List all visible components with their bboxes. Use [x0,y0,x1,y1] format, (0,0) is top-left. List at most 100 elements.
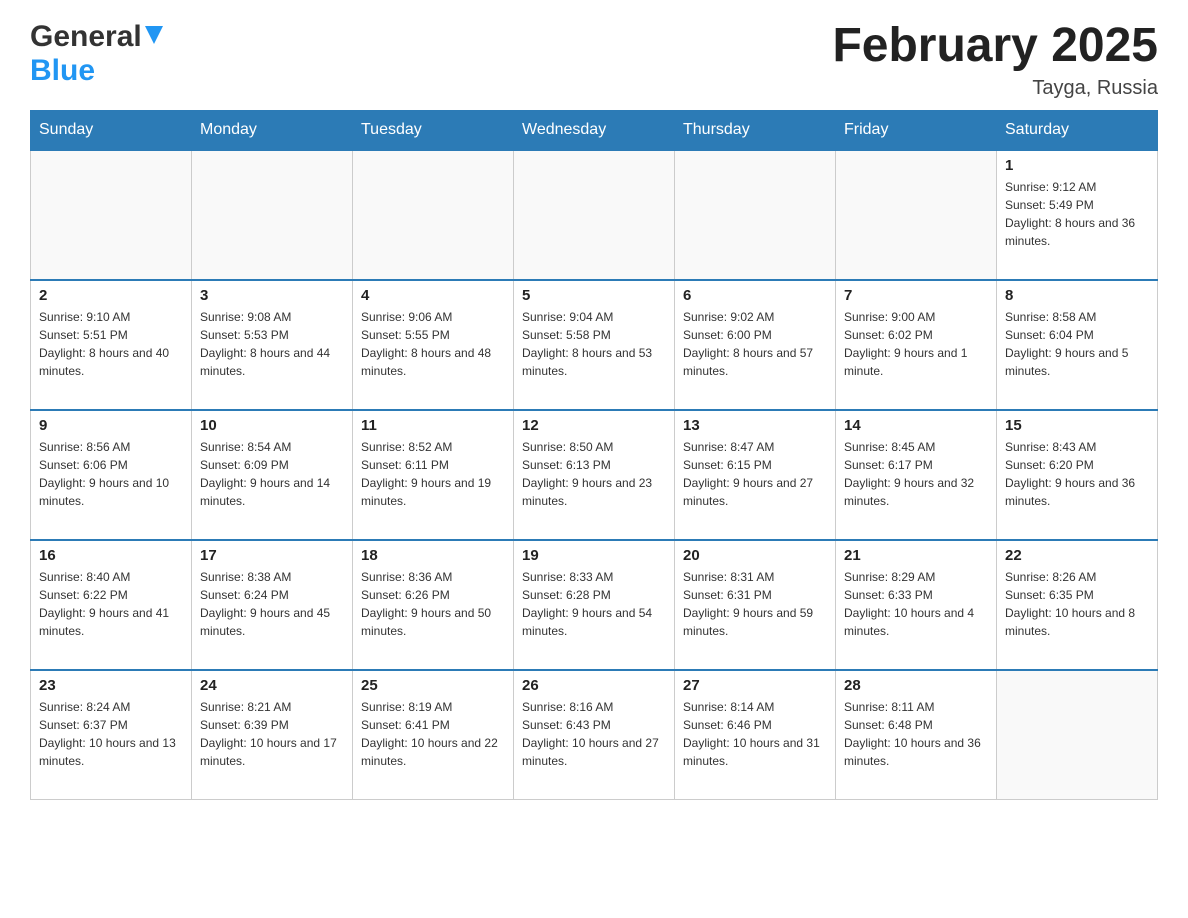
day-info: Sunrise: 8:43 AMSunset: 6:20 PMDaylight:… [1005,438,1149,510]
calendar-header-row: SundayMondayTuesdayWednesdayThursdayFrid… [31,110,1158,150]
day-info: Sunrise: 8:24 AMSunset: 6:37 PMDaylight:… [39,698,183,770]
calendar-cell: 4 Sunrise: 9:06 AMSunset: 5:55 PMDaylight… [353,280,514,410]
day-info: Sunrise: 8:14 AMSunset: 6:46 PMDaylight:… [683,698,827,770]
calendar-cell: 8Sunrise: 8:58 AMSunset: 6:04 PMDaylight… [997,280,1158,410]
title-block: February 2025 Tayga, Russia [832,20,1158,100]
logo-blue: Blue [30,54,95,87]
calendar-cell: 15 Sunrise: 8:43 AMSunset: 6:20 PMDayligh… [997,410,1158,540]
day-info: Sunrise: 8:52 AMSunset: 6:11 PMDaylight:… [361,438,505,510]
calendar-week-row: 2 Sunrise: 9:10 AMSunset: 5:51 PMDaylight… [31,280,1158,410]
day-info: Sunrise: 8:26 AMSunset: 6:35 PMDaylight:… [1005,568,1149,640]
calendar-cell: 19 Sunrise: 8:33 AMSunset: 6:28 PMDayligh… [514,540,675,670]
day-info: Sunrise: 8:58 AMSunset: 6:04 PMDaylight:… [1005,308,1149,380]
calendar-cell: 18 Sunrise: 8:36 AMSunset: 6:26 PMDayligh… [353,540,514,670]
month-title: February 2025 [832,20,1158,73]
day-number: 28 [844,677,988,694]
logo: General Blue [30,20,163,88]
calendar-cell: 13Sunrise: 8:47 AMSunset: 6:15 PMDayligh… [675,410,836,540]
calendar-cell [675,150,836,280]
calendar-cell [353,150,514,280]
calendar-cell: 7 Sunrise: 9:00 AMSunset: 6:02 PMDaylight… [836,280,997,410]
calendar-cell [192,150,353,280]
day-number: 15 [1005,417,1149,434]
day-number: 10 [200,417,344,434]
calendar-cell: 11 Sunrise: 8:52 AMSunset: 6:11 PMDayligh… [353,410,514,540]
calendar-cell: 9 Sunrise: 8:56 AMSunset: 6:06 PMDaylight… [31,410,192,540]
day-number: 16 [39,547,183,564]
calendar-cell: 5 Sunrise: 9:04 AMSunset: 5:58 PMDaylight… [514,280,675,410]
day-number: 22 [1005,547,1149,564]
day-info: Sunrise: 8:31 AMSunset: 6:31 PMDaylight:… [683,568,827,640]
day-number: 24 [200,677,344,694]
day-number: 18 [361,547,505,564]
day-info: Sunrise: 8:40 AMSunset: 6:22 PMDaylight:… [39,568,183,640]
calendar-cell: 27 Sunrise: 8:14 AMSunset: 6:46 PMDayligh… [675,670,836,800]
day-info: Sunrise: 8:56 AMSunset: 6:06 PMDaylight:… [39,438,183,510]
day-info: Sunrise: 9:12 AMSunset: 5:49 PMDaylight:… [1005,178,1149,250]
day-info: Sunrise: 8:50 AMSunset: 6:13 PMDaylight:… [522,438,666,510]
day-info: Sunrise: 8:33 AMSunset: 6:28 PMDaylight:… [522,568,666,640]
day-number: 9 [39,417,183,434]
calendar-cell: 14 Sunrise: 8:45 AMSunset: 6:17 PMDayligh… [836,410,997,540]
day-info: Sunrise: 9:10 AMSunset: 5:51 PMDaylight:… [39,308,183,380]
day-number: 25 [361,677,505,694]
calendar-cell: 6 Sunrise: 9:02 AMSunset: 6:00 PMDaylight… [675,280,836,410]
calendar-cell [31,150,192,280]
day-number: 2 [39,287,183,304]
day-info: Sunrise: 9:06 AMSunset: 5:55 PMDaylight:… [361,308,505,380]
day-info: Sunrise: 8:16 AMSunset: 6:43 PMDaylight:… [522,698,666,770]
day-info: Sunrise: 8:11 AMSunset: 6:48 PMDaylight:… [844,698,988,770]
logo-triangle-icon [145,26,163,49]
calendar-cell: 17Sunrise: 8:38 AMSunset: 6:24 PMDayligh… [192,540,353,670]
day-number: 1 [1005,157,1149,174]
day-number: 21 [844,547,988,564]
calendar-cell: 23 Sunrise: 8:24 AMSunset: 6:37 PMDayligh… [31,670,192,800]
day-info: Sunrise: 9:04 AMSunset: 5:58 PMDaylight:… [522,308,666,380]
calendar-week-row: 16 Sunrise: 8:40 AMSunset: 6:22 PMDayligh… [31,540,1158,670]
calendar-cell: 10 Sunrise: 8:54 AMSunset: 6:09 PMDayligh… [192,410,353,540]
day-number: 4 [361,287,505,304]
day-number: 3 [200,287,344,304]
calendar-header-sunday: Sunday [31,110,192,150]
day-number: 23 [39,677,183,694]
day-number: 14 [844,417,988,434]
calendar-cell: 25 Sunrise: 8:19 AMSunset: 6:41 PMDayligh… [353,670,514,800]
day-number: 20 [683,547,827,564]
calendar-cell [997,670,1158,800]
calendar-week-row: 23 Sunrise: 8:24 AMSunset: 6:37 PMDayligh… [31,670,1158,800]
day-number: 12 [522,417,666,434]
calendar-cell: 22 Sunrise: 8:26 AMSunset: 6:35 PMDayligh… [997,540,1158,670]
calendar-cell: 24 Sunrise: 8:21 AMSunset: 6:39 PMDayligh… [192,670,353,800]
day-info: Sunrise: 8:36 AMSunset: 6:26 PMDaylight:… [361,568,505,640]
day-info: Sunrise: 9:00 AMSunset: 6:02 PMDaylight:… [844,308,988,380]
calendar-cell: 21 Sunrise: 8:29 AMSunset: 6:33 PMDayligh… [836,540,997,670]
calendar-cell: 20 Sunrise: 8:31 AMSunset: 6:31 PMDayligh… [675,540,836,670]
logo-general: General [30,20,142,54]
calendar-cell [514,150,675,280]
calendar-cell: 16 Sunrise: 8:40 AMSunset: 6:22 PMDayligh… [31,540,192,670]
day-number: 26 [522,677,666,694]
day-info: Sunrise: 8:47 AMSunset: 6:15 PMDaylight:… [683,438,827,510]
day-info: Sunrise: 8:29 AMSunset: 6:33 PMDaylight:… [844,568,988,640]
calendar-cell [836,150,997,280]
day-info: Sunrise: 9:02 AMSunset: 6:00 PMDaylight:… [683,308,827,380]
day-number: 5 [522,287,666,304]
day-number: 7 [844,287,988,304]
calendar-header-tuesday: Tuesday [353,110,514,150]
day-number: 6 [683,287,827,304]
day-number: 19 [522,547,666,564]
day-info: Sunrise: 8:21 AMSunset: 6:39 PMDaylight:… [200,698,344,770]
calendar-cell: 1 Sunrise: 9:12 AMSunset: 5:49 PMDaylight… [997,150,1158,280]
calendar-cell: 26 Sunrise: 8:16 AMSunset: 6:43 PMDayligh… [514,670,675,800]
calendar-cell: 3 Sunrise: 9:08 AMSunset: 5:53 PMDaylight… [192,280,353,410]
day-info: Sunrise: 8:19 AMSunset: 6:41 PMDaylight:… [361,698,505,770]
day-number: 27 [683,677,827,694]
day-info: Sunrise: 9:08 AMSunset: 5:53 PMDaylight:… [200,308,344,380]
calendar-cell: 2 Sunrise: 9:10 AMSunset: 5:51 PMDaylight… [31,280,192,410]
day-number: 11 [361,417,505,434]
location: Tayga, Russia [832,77,1158,100]
day-info: Sunrise: 8:54 AMSunset: 6:09 PMDaylight:… [200,438,344,510]
calendar-header-monday: Monday [192,110,353,150]
day-info: Sunrise: 8:45 AMSunset: 6:17 PMDaylight:… [844,438,988,510]
calendar-cell: 28 Sunrise: 8:11 AMSunset: 6:48 PMDayligh… [836,670,997,800]
